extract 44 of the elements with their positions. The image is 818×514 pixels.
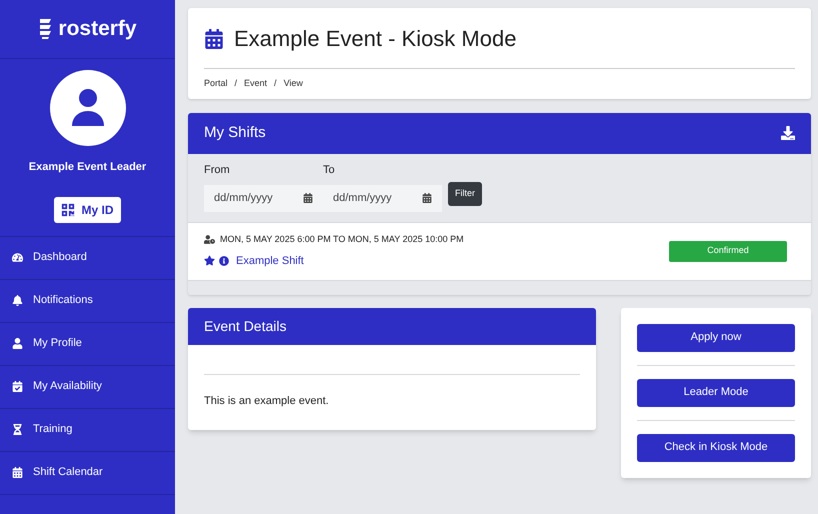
to-label: To: [323, 162, 336, 178]
page-title: Example Event - Kiosk Mode: [234, 25, 516, 53]
breadcrumb-link[interactable]: Portal: [204, 77, 228, 90]
from-label: From: [204, 162, 231, 178]
filter-button[interactable]: Filter: [448, 182, 482, 206]
to-date-field[interactable]: dd/mm/yyyy: [323, 184, 442, 212]
shifts-title: My Shifts: [204, 122, 266, 143]
star-icon[interactable]: [204, 255, 215, 266]
nav-item[interactable]: Shift Calendar: [0, 452, 175, 494]
event-details-title: Event Details: [204, 316, 286, 336]
user-clock-icon: [204, 234, 215, 246]
shift-time: MON, 5 MAY 2025 6:00 PM TO MON, 5 MAY 2025 10:00 PM: [220, 233, 464, 246]
from-date-field[interactable]: dd/mm/yyyy: [204, 184, 323, 212]
status-badge: Confirmed: [669, 240, 787, 262]
calendar-icon: [204, 28, 224, 48]
nav-item[interactable]: My Profile: [0, 322, 175, 366]
event-description: This is an example event.: [204, 394, 329, 406]
nav-item[interactable]: Dashboard: [0, 236, 175, 280]
breadcrumb-link[interactable]: Event: [244, 77, 268, 90]
hourglass-icon: [12, 424, 23, 435]
calendar-check-icon: [12, 381, 23, 392]
nav-item[interactable]: Training: [0, 408, 175, 452]
logo-text: rosterfy: [58, 16, 137, 42]
nav-item[interactable]: Notifications: [0, 280, 175, 322]
bell-icon: [12, 295, 23, 306]
action-button[interactable]: Leader Mode: [637, 378, 795, 406]
action-button[interactable]: Check in Kiosk Mode: [637, 434, 795, 462]
calendar-icon[interactable]: [303, 193, 313, 203]
person-silhouette-icon: [70, 88, 106, 128]
download-icon[interactable]: [781, 126, 795, 140]
calendar-icon[interactable]: [422, 193, 432, 203]
shift-link[interactable]: Example Shift: [236, 252, 304, 269]
my-id-button[interactable]: My ID: [54, 196, 120, 222]
gauge-icon: [12, 252, 23, 263]
nav-item[interactable]: My Availability: [0, 366, 175, 408]
info-icon[interactable]: [219, 256, 229, 266]
breadcrumb-separator: /: [234, 77, 238, 90]
breadcrumb-link[interactable]: View: [284, 77, 303, 90]
qr-code-icon: [61, 202, 76, 216]
calendar-icon: [12, 467, 23, 478]
user-name: Example Event Leader: [28, 160, 146, 175]
action-button[interactable]: Apply now: [637, 324, 795, 352]
user-icon: [12, 338, 23, 349]
breadcrumb-separator: /: [274, 77, 277, 90]
